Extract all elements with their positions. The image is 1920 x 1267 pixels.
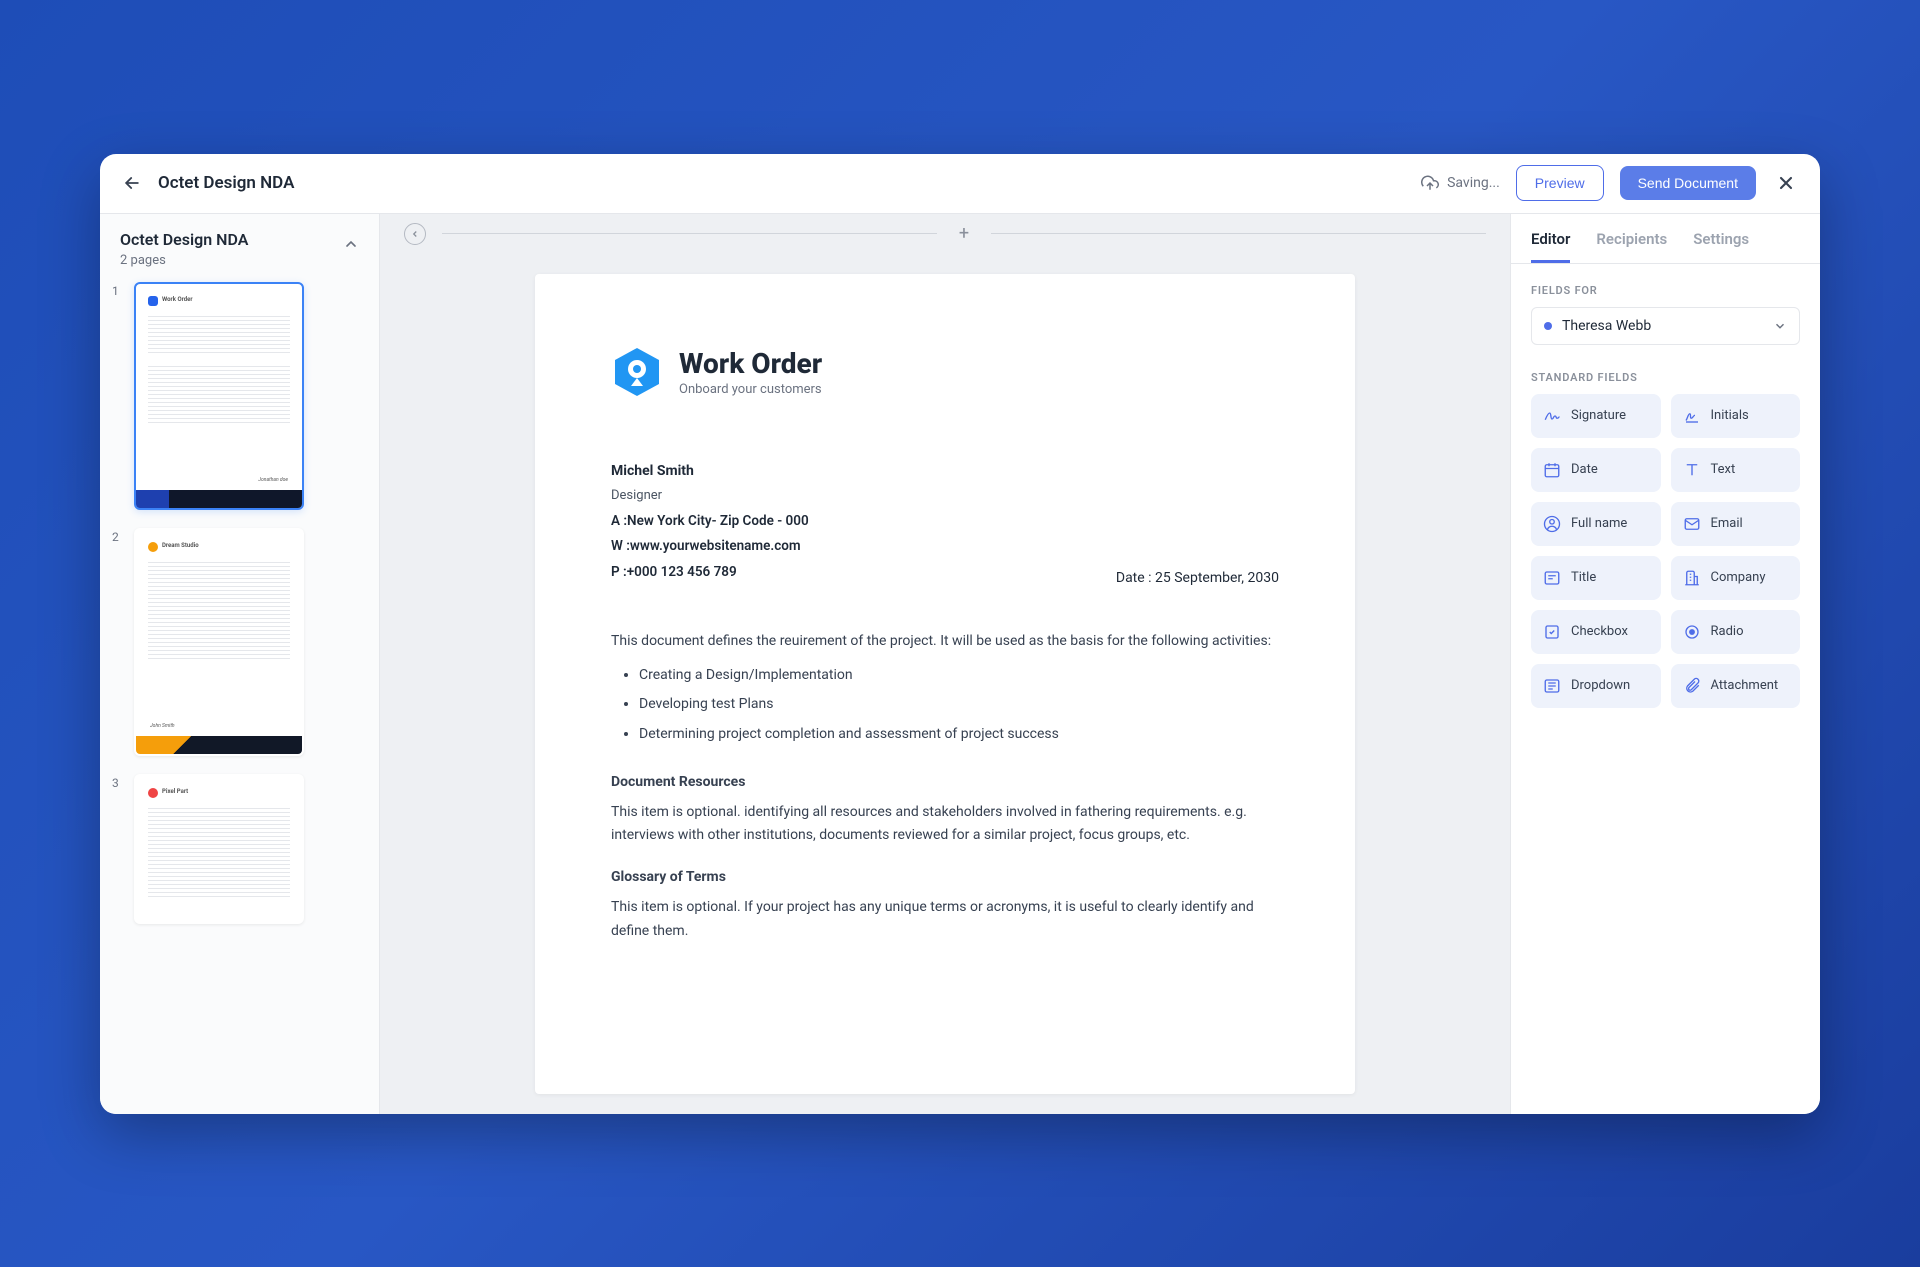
field-label: Attachment [1711,678,1779,693]
recipient-dot-icon [1544,322,1552,330]
chevron-down-icon [1773,319,1787,333]
prev-page-button[interactable] [404,223,426,245]
fields-for-label: FIELDS FOR [1531,284,1800,297]
send-document-button[interactable]: Send Document [1620,166,1756,200]
close-button[interactable] [1772,169,1800,197]
cloud-upload-icon [1421,174,1439,192]
field-radio[interactable]: Radio [1671,610,1801,654]
thumb-number: 3 [112,774,124,790]
title-icon [1543,569,1561,587]
field-label: Date [1571,462,1598,477]
field-title[interactable]: Title [1531,556,1661,600]
email-icon [1683,515,1701,533]
preview-button[interactable]: Preview [1516,165,1604,201]
sidebar-tabs: Editor Recipients Settings [1511,214,1820,264]
text-icon [1683,461,1701,479]
doc-name: Michel Smith [611,458,809,485]
document-scroll[interactable]: Work Order Onboard your customers Michel… [380,254,1510,1114]
canvas-toolbar: + [380,214,1510,254]
field-label: Radio [1711,624,1744,639]
page-thumbnail-1[interactable]: Work Order Jonathan doe [134,282,304,510]
saving-status: Saving... [1421,174,1500,192]
header: Octet Design NDA Saving... Preview Send … [100,154,1820,214]
page-thumbnail-3[interactable]: Pixel Part [134,774,304,924]
doc-subheading: Onboard your customers [679,382,822,397]
field-label: Dropdown [1571,678,1630,693]
field-signature[interactable]: Signature [1531,394,1661,438]
document-page[interactable]: Work Order Onboard your customers Michel… [535,274,1355,1094]
pages-sidebar: Octet Design NDA 2 pages 1 Work Order [100,214,380,1114]
company-icon [1683,569,1701,587]
thumb-number: 2 [112,528,124,544]
field-label: Company [1711,570,1766,585]
doc-page-count: 2 pages [120,253,248,268]
field-label: Full name [1571,516,1627,531]
thumbnail-list: 1 Work Order Jonathan doe 2 [112,282,367,924]
field-label: Title [1571,570,1596,585]
main-content: Octet Design NDA 2 pages 1 Work Order [100,214,1820,1114]
editor-sidebar: Editor Recipients Settings FIELDS FOR Th… [1510,214,1820,1114]
section-title: Document Resources [611,771,1279,795]
field-company[interactable]: Company [1671,556,1801,600]
page-title: Octet Design NDA [158,173,294,193]
page-thumbnail-2[interactable]: Dream Studio John Smith [134,528,304,756]
field-email[interactable]: Email [1671,502,1801,546]
fields-grid: Signature Initials Date Text Full name Email T… [1531,394,1800,708]
collapse-sidebar-button[interactable] [343,236,359,252]
doc-title: Octet Design NDA [120,230,248,249]
date-icon [1543,461,1561,479]
back-button[interactable] [120,171,144,195]
tab-settings[interactable]: Settings [1693,230,1749,263]
field-date[interactable]: Date [1531,448,1661,492]
field-text[interactable]: Text [1671,448,1801,492]
fullname-icon [1543,515,1561,533]
doc-heading: Work Order [679,347,822,380]
recipient-select[interactable]: Theresa Webb [1531,307,1800,345]
standard-fields-label: STANDARD FIELDS [1531,371,1800,384]
field-initials[interactable]: Initials [1671,394,1801,438]
app-window: Octet Design NDA Saving... Preview Send … [100,154,1820,1114]
initials-icon [1683,407,1701,425]
work-order-logo-icon [611,346,663,398]
doc-bullets: Creating a Design/Implementation Develop… [639,664,1279,747]
tab-recipients[interactable]: Recipients [1596,230,1667,263]
field-label: Checkbox [1571,624,1628,639]
doc-phone: P :+000 123 456 789 [611,560,809,586]
doc-body: This document defines the reuirement of … [611,630,1279,944]
field-attachment[interactable]: Attachment [1671,664,1801,708]
field-checkbox[interactable]: Checkbox [1531,610,1661,654]
checkbox-icon [1543,623,1561,641]
thumb-number: 1 [112,282,124,298]
doc-date: Date : 25 September, 2030 [1116,570,1279,586]
doc-website: W :www.yourwebsitename.com [611,534,809,560]
field-fullname[interactable]: Full name [1531,502,1661,546]
add-page-button[interactable]: + [953,223,975,244]
field-label: Text [1711,462,1736,477]
document-canvas: + Work Order Onboard your customers [380,214,1510,1114]
field-label: Email [1711,516,1743,531]
field-label: Signature [1571,408,1626,423]
signature-icon [1543,407,1561,425]
field-label: Initials [1711,408,1749,423]
dropdown-icon [1543,677,1561,695]
attachment-icon [1683,677,1701,695]
field-dropdown[interactable]: Dropdown [1531,664,1661,708]
tab-editor[interactable]: Editor [1531,230,1570,263]
doc-address: A :New York City- Zip Code - 000 [611,509,809,535]
section-title: Glossary of Terms [611,866,1279,890]
doc-role: Designer [611,484,809,509]
radio-icon [1683,623,1701,641]
